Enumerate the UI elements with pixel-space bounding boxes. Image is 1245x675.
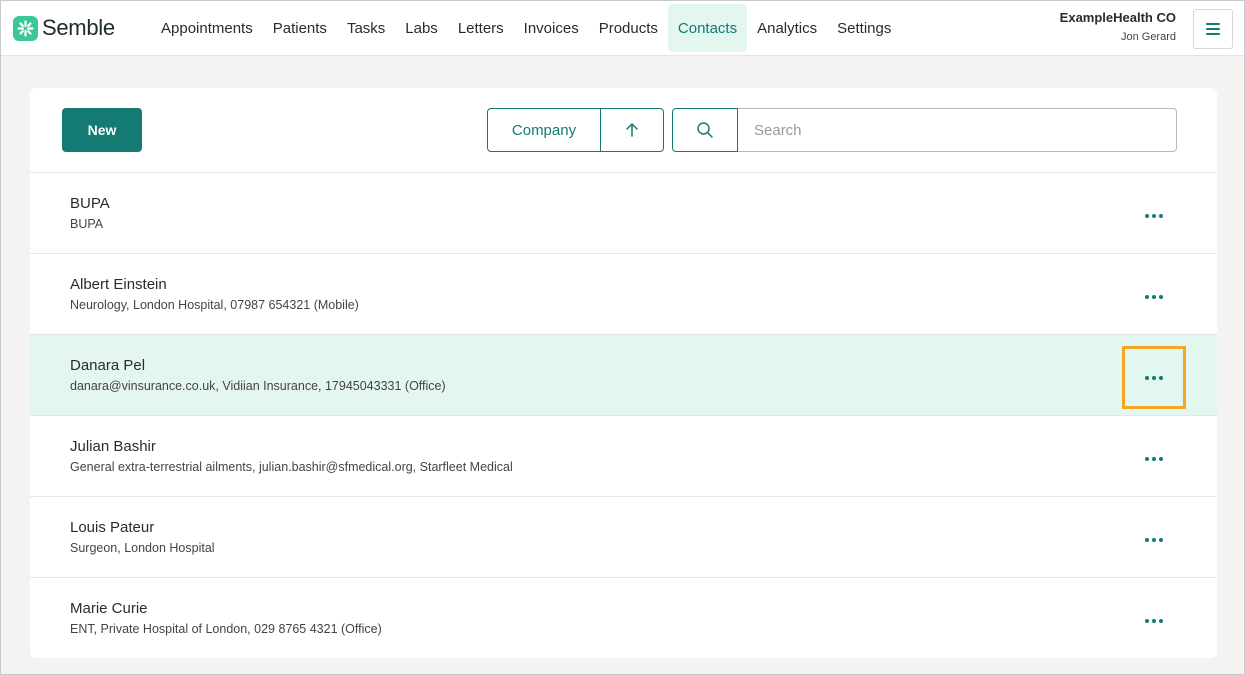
contact-detail: ENT, Private Hospital of London, 029 876… — [70, 622, 382, 636]
more-icon-dot — [1159, 618, 1163, 623]
contact-name: Marie Curie — [70, 600, 148, 617]
more-icon-dot — [1152, 294, 1156, 299]
more-icon-dot — [1152, 537, 1156, 542]
more-icon-dot — [1152, 618, 1156, 623]
list-item-highlighted[interactable]: Danara Pel danara@vinsurance.co.uk, Vidi… — [30, 335, 1217, 416]
more-icon-dot — [1159, 456, 1163, 461]
hamburger-icon — [1206, 23, 1220, 35]
nav-item-labs[interactable]: Labs — [395, 4, 448, 52]
list-item[interactable]: Marie Curie ENT, Private Hospital of Lon… — [30, 578, 1217, 659]
search-control — [672, 108, 1177, 152]
more-icon — [1145, 213, 1149, 218]
contacts-list: BUPA BUPA Albert Einstein Neurology, Lon… — [30, 173, 1217, 659]
search-icon — [697, 122, 713, 138]
more-icon-dot — [1152, 375, 1156, 380]
search-button[interactable] — [672, 108, 738, 152]
contact-detail: Neurology, London Hospital, 07987 654321… — [70, 298, 359, 312]
nav-item-products[interactable]: Products — [589, 4, 668, 52]
contact-name: Julian Bashir — [70, 438, 156, 455]
contacts-panel: New Company Search BUPA BUPA Albert Eins… — [30, 88, 1217, 658]
more-options-button[interactable] — [1122, 508, 1186, 571]
more-options-button[interactable] — [1122, 589, 1186, 652]
nav-item-contacts[interactable]: Contacts — [667, 4, 748, 52]
more-options-button[interactable] — [1122, 427, 1186, 490]
nav-item-tasks[interactable]: Tasks — [337, 4, 395, 52]
more-icon-dot — [1152, 213, 1156, 218]
more-icon-dot — [1159, 375, 1163, 380]
more-icon — [1145, 456, 1149, 461]
more-icon — [1145, 537, 1149, 542]
more-icon — [1145, 375, 1149, 380]
sort-direction-button[interactable] — [601, 109, 663, 151]
main-nav: Appointments Patients Tasks Labs Letters… — [151, 4, 901, 52]
more-options-button[interactable] — [1122, 184, 1186, 247]
sort-field-button[interactable]: Company — [488, 109, 601, 151]
more-icon-dot — [1159, 213, 1163, 218]
user-name: Jon Gerard — [1120, 31, 1176, 43]
contact-name: BUPA — [70, 195, 110, 212]
semble-logo-icon — [13, 15, 38, 41]
nav-item-settings[interactable]: Settings — [827, 4, 901, 52]
contact-name: Danara Pel — [70, 357, 146, 374]
list-item[interactable]: Louis Pateur Surgeon, London Hospital — [30, 497, 1217, 578]
more-icon — [1145, 618, 1149, 623]
contact-detail: danara@vinsurance.co.uk, Vidiian Insuran… — [70, 379, 446, 393]
brand-logo[interactable]: Semble — [13, 14, 115, 42]
contacts-toolbar: New Company — [30, 88, 1217, 173]
contact-name: Albert Einstein — [70, 276, 167, 293]
hamburger-menu-button[interactable] — [1193, 9, 1233, 49]
more-icon-dot — [1159, 537, 1163, 542]
sort-control: Company — [487, 108, 664, 152]
more-icon-dot — [1159, 294, 1163, 299]
account-info[interactable]: ExampleHealth CO Jon Gerard — [1060, 10, 1176, 43]
more-icon — [1145, 294, 1149, 299]
more-options-button[interactable] — [1122, 265, 1186, 328]
search-input[interactable] — [738, 108, 1177, 152]
contact-name: Louis Pateur — [70, 519, 155, 536]
organization-name: ExampleHealth CO — [1059, 10, 1176, 25]
contact-detail: Surgeon, London Hospital — [70, 541, 215, 555]
arrow-up-icon — [626, 123, 638, 137]
list-item[interactable]: Albert Einstein Neurology, London Hospit… — [30, 254, 1217, 335]
nav-item-analytics[interactable]: Analytics — [747, 4, 827, 52]
list-item[interactable]: BUPA BUPA — [30, 173, 1217, 254]
new-contact-button[interactable]: New — [62, 108, 142, 152]
contact-detail: General extra-terrestrial ailments, juli… — [70, 460, 513, 474]
nav-item-invoices[interactable]: Invoices — [514, 4, 589, 52]
contact-detail: BUPA — [70, 217, 104, 231]
brand-name: Semble — [42, 15, 115, 40]
nav-item-appointments[interactable]: Appointments — [151, 4, 263, 52]
top-navigation-bar: Semble Appointments Patients Tasks Labs … — [1, 1, 1244, 56]
list-item[interactable]: Julian Bashir General extra-terrestrial … — [30, 416, 1217, 497]
app-window: Semble Appointments Patients Tasks Labs … — [0, 0, 1245, 675]
more-options-button-focused[interactable] — [1122, 346, 1186, 409]
nav-item-patients[interactable]: Patients — [263, 4, 337, 52]
nav-item-letters[interactable]: Letters — [448, 4, 514, 52]
more-icon-dot — [1152, 456, 1156, 461]
